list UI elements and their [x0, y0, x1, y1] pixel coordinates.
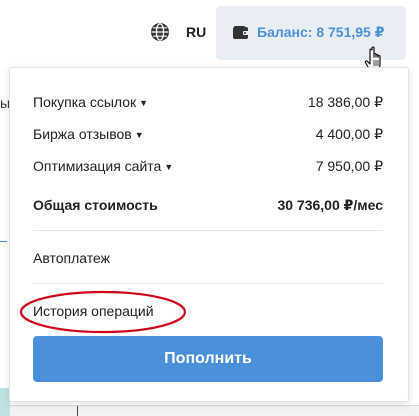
topup-button[interactable]: Пополнить — [33, 336, 383, 382]
chevron-down-icon: ▼ — [134, 130, 144, 140]
chevron-down-icon: ▼ — [139, 98, 149, 108]
service-value: 7 950,00 ₽ — [315, 158, 383, 174]
balance-dropdown: Покупка ссылок ▼ 18 386,00 ₽ Биржа отзыво… — [9, 67, 409, 402]
background-footer-strip — [0, 405, 419, 416]
divider — [33, 230, 383, 231]
service-label: Биржа отзывов — [33, 126, 132, 142]
chevron-down-icon: ▼ — [164, 162, 174, 172]
service-label: Покупка ссылок — [33, 94, 137, 110]
service-value: 4 400,00 ₽ — [315, 126, 383, 142]
top-bar: RU Баланс: 8 751,95 ₽ — [0, 0, 419, 64]
autopay-link[interactable]: Автоплатеж — [33, 250, 110, 266]
background-fragment — [77, 406, 78, 416]
total-value: 30 736,00 ₽/мес — [277, 197, 383, 213]
total-label: Общая стоимость — [33, 197, 158, 213]
language-switch[interactable]: RU — [186, 24, 206, 40]
highlight-ellipse — [19, 290, 187, 334]
divider — [33, 283, 383, 284]
globe-icon[interactable] — [150, 22, 170, 42]
service-label: Оптимизация сайта — [33, 158, 162, 174]
service-value: 18 386,00 ₽ — [307, 94, 383, 110]
wallet-icon — [233, 26, 249, 39]
balance-label: Баланс: 8 751,95 ₽ — [257, 24, 385, 40]
